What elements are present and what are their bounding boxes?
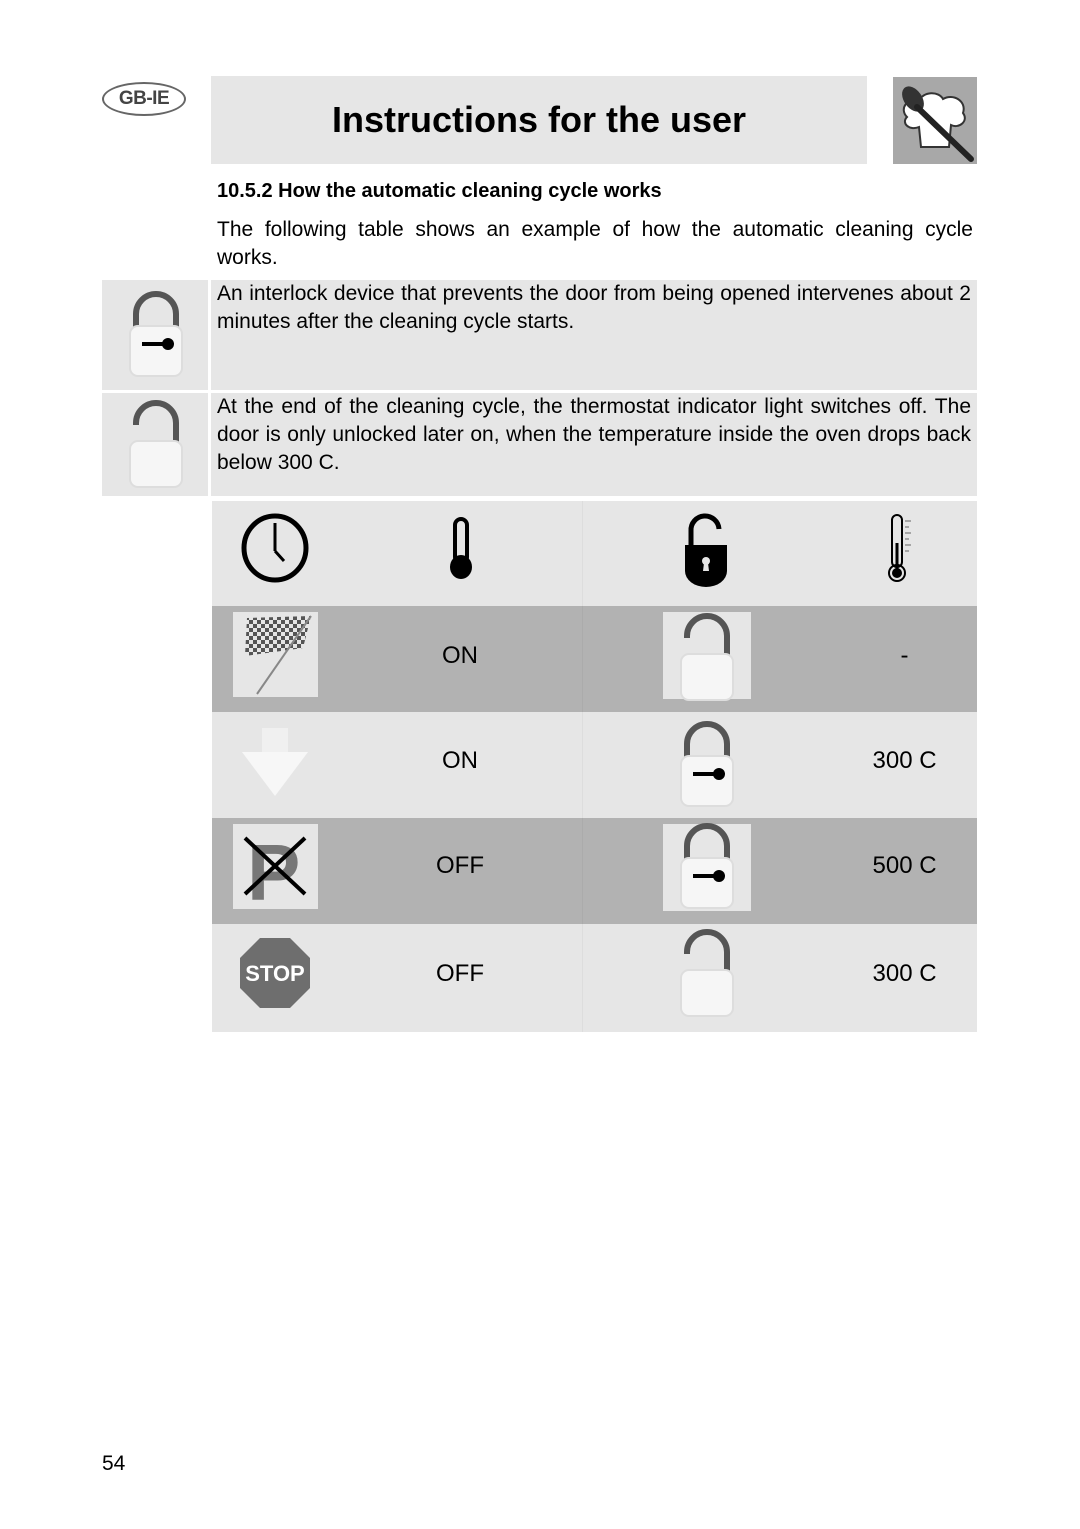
table-row: P OFF 500 C — [212, 818, 977, 924]
thermostat-light-icon — [450, 517, 472, 579]
unlocked-padlock-icon — [129, 400, 183, 488]
thermostat-state: OFF — [436, 960, 484, 987]
oven-temperature: 300 C — [872, 960, 937, 987]
thermostat-state: OFF — [436, 852, 484, 879]
note-text: An interlock device that prevents the do… — [211, 280, 977, 390]
locked-padlock-key-icon — [129, 291, 183, 377]
section-heading: 10.5.2 How the automatic cleaning cycle … — [217, 180, 662, 203]
unlocked-padlock-icon — [679, 929, 734, 1017]
note-icon-cell — [102, 393, 208, 496]
oven-temperature: 300 C — [872, 747, 937, 774]
table-header-row — [212, 501, 977, 606]
locked-padlock-key-icon — [679, 823, 734, 909]
thermostat-state: ON — [442, 642, 478, 669]
door-lock-icon — [684, 513, 727, 587]
page-number: 54 — [102, 1452, 126, 1475]
stop-sign-icon: STOP — [240, 938, 310, 1008]
clock-icon — [241, 513, 309, 583]
unlocked-padlock-icon — [679, 613, 734, 701]
table-row: STOP OFF 300 C — [212, 924, 977, 1032]
oven-temperature-icon — [887, 514, 911, 582]
note-text: At the end of the cleaning cycle, the th… — [211, 393, 977, 496]
chef-hat-spoon-icon — [893, 77, 977, 164]
section-number: 10.5.2 — [217, 180, 273, 202]
note-icon-cell — [102, 280, 208, 390]
page-header-title: Instructions for the user — [211, 76, 867, 164]
intro-paragraph: The following table shows an example of … — [217, 218, 973, 269]
oven-temperature: 500 C — [872, 852, 937, 879]
checkered-flag-icon — [233, 612, 318, 697]
locked-padlock-key-icon — [679, 721, 734, 807]
section-title: How the automatic cleaning cycle works — [278, 180, 662, 202]
table-row: ON - — [212, 606, 977, 712]
table-row: ON 300 C — [212, 712, 977, 818]
oven-temperature: - — [900, 642, 909, 669]
thermostat-state: ON — [442, 747, 478, 774]
region-badge: GB-IE — [102, 82, 186, 116]
no-parking-icon: P — [233, 824, 318, 909]
svg-text:STOP: STOP — [245, 961, 305, 986]
down-arrow-icon — [242, 728, 308, 796]
